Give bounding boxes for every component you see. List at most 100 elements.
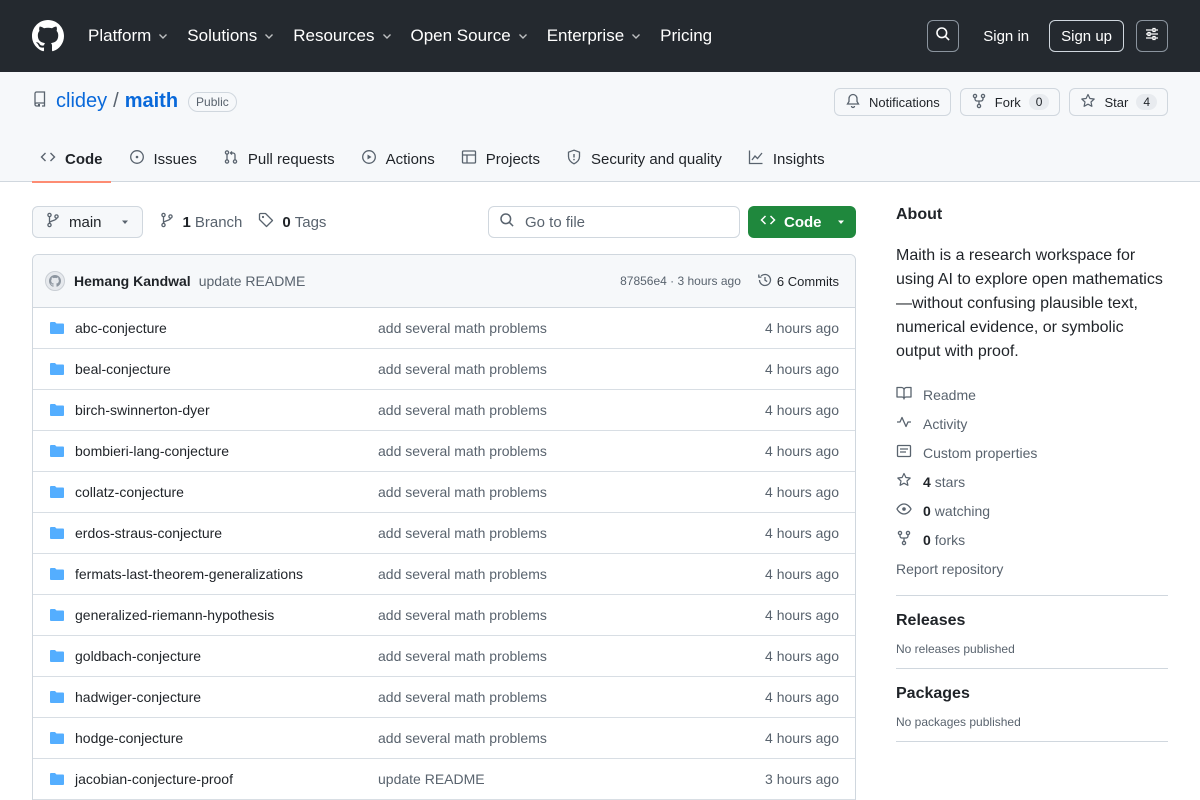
code-button[interactable]: Code (748, 206, 856, 238)
star-label: Star (1104, 94, 1129, 110)
branch-icon (45, 212, 61, 232)
tab-label: Actions (385, 150, 435, 168)
tags-link[interactable]: 0 Tags (258, 212, 326, 232)
watching-count: 0 (923, 502, 931, 519)
nav-open-source[interactable]: Open Source (411, 26, 537, 46)
file-row[interactable]: fermats-last-theorem-generalizations add… (33, 554, 855, 595)
file-commit-message[interactable]: add several math problems (378, 320, 765, 336)
history-icon (757, 272, 777, 291)
settings-menu-button[interactable] (1136, 20, 1168, 52)
file-commit-message[interactable]: add several math problems (378, 402, 765, 418)
file-name[interactable]: goldbach-conjecture (75, 648, 378, 664)
repo-owner-link[interactable]: clidey (56, 90, 107, 113)
file-name[interactable]: hodge-conjecture (75, 730, 378, 746)
forks-link[interactable]: 0 forks (896, 525, 1168, 554)
tab-issues[interactable]: Issues (121, 136, 205, 182)
nav-pricing[interactable]: Pricing (660, 26, 720, 46)
branches-link[interactable]: 1 Branch (159, 212, 242, 232)
file-row[interactable]: goldbach-conjecture add several math pro… (33, 636, 855, 677)
file-name[interactable]: beal-conjecture (75, 361, 378, 377)
chevron-down-icon (517, 30, 529, 42)
file-row[interactable]: abc-conjecture add several math problems… (33, 308, 855, 349)
commit-author[interactable]: Hemang Kandwal (74, 273, 191, 289)
releases-heading[interactable]: Releases (896, 612, 1168, 630)
file-name[interactable]: hadwiger-conjecture (75, 689, 378, 705)
top-nav: Platform Solutions Resources Open Source… (88, 26, 730, 46)
packages-heading[interactable]: Packages (896, 685, 1168, 703)
file-name[interactable]: fermats-last-theorem-generalizations (75, 566, 378, 582)
file-name[interactable]: birch-swinnerton-dyer (75, 402, 378, 418)
releases-section: Releases No releases published (896, 612, 1168, 656)
tab-actions[interactable]: Actions (353, 136, 443, 182)
star-button[interactable]: Star 4 (1069, 88, 1168, 116)
repo-path-separator: / (113, 90, 119, 112)
file-commit-age: 4 hours ago (765, 402, 839, 418)
github-logo-icon[interactable] (32, 20, 64, 52)
file-row[interactable]: bombieri-lang-conjecture add several mat… (33, 431, 855, 472)
file-row[interactable]: generalized-riemann-hypothesis add sever… (33, 595, 855, 636)
repo-name-link[interactable]: maith (125, 90, 178, 113)
file-row[interactable]: collatz-conjecture add several math prob… (33, 472, 855, 513)
tab-label: Issues (153, 150, 197, 168)
caret-down-icon (836, 214, 846, 231)
file-commit-message[interactable]: add several math problems (378, 730, 765, 746)
chevron-down-icon (630, 30, 642, 42)
search-icon (499, 212, 525, 232)
pull-request-icon (223, 149, 248, 169)
tab-projects[interactable]: Projects (453, 136, 548, 182)
branch-name: main (69, 213, 102, 231)
stars-link[interactable]: 4 stars (896, 467, 1168, 496)
tab-pull-requests[interactable]: Pull requests (215, 136, 343, 182)
fork-label: Fork (994, 94, 1021, 110)
file-row[interactable]: hodge-conjecture add several math proble… (33, 718, 855, 759)
file-name[interactable]: erdos-straus-conjecture (75, 525, 378, 541)
readme-link[interactable]: Readme (896, 380, 1168, 409)
file-commit-message[interactable]: add several math problems (378, 361, 765, 377)
watching-link[interactable]: 0 watching (896, 496, 1168, 525)
file-row[interactable]: beal-conjecture add several math problem… (33, 349, 855, 390)
fork-button[interactable]: Fork 0 (959, 88, 1061, 116)
commit-message[interactable]: update README (199, 273, 306, 289)
file-row[interactable]: birch-swinnerton-dyer add several math p… (33, 390, 855, 431)
file-commit-message[interactable]: add several math problems (378, 689, 765, 705)
activity-link[interactable]: Activity (896, 409, 1168, 438)
file-commit-message[interactable]: add several math problems (378, 648, 765, 664)
signup-button[interactable]: Sign up (1049, 20, 1124, 52)
tab-code[interactable]: Code (32, 136, 111, 183)
file-name[interactable]: jacobian-conjecture-proof (75, 771, 378, 787)
report-repository-link[interactable]: Report repository (896, 554, 1168, 583)
nav-solutions[interactable]: Solutions (187, 26, 283, 46)
custom-properties-link[interactable]: Custom properties (896, 438, 1168, 467)
nav-platform[interactable]: Platform (88, 26, 177, 46)
file-name[interactable]: collatz-conjecture (75, 484, 378, 500)
nav-resources[interactable]: Resources (293, 26, 400, 46)
commits-link[interactable]: 6 Commits (757, 272, 839, 291)
file-commit-message[interactable]: add several math problems (378, 443, 765, 459)
file-row[interactable]: jacobian-conjecture-proof update README … (33, 759, 855, 800)
branch-selector[interactable]: main (32, 206, 143, 238)
tab-insights[interactable]: Insights (740, 136, 833, 182)
search-icon (935, 26, 951, 47)
star-counter: 4 (1136, 94, 1157, 110)
notifications-button[interactable]: Notifications (833, 88, 951, 116)
file-commit-message[interactable]: update README (378, 771, 765, 787)
file-commit-message[interactable]: add several math problems (378, 566, 765, 582)
file-commit-message[interactable]: add several math problems (378, 484, 765, 500)
file-row[interactable]: hadwiger-conjecture add several math pro… (33, 677, 855, 718)
folder-icon (49, 402, 65, 418)
file-name[interactable]: generalized-riemann-hypothesis (75, 607, 378, 623)
file-name[interactable]: abc-conjecture (75, 320, 378, 336)
star-icon (896, 472, 923, 491)
commit-hash-age[interactable]: 87856e4 · 3 hours ago (620, 274, 741, 288)
tab-security[interactable]: Security and quality (558, 136, 730, 182)
avatar[interactable] (45, 271, 65, 291)
file-name[interactable]: bombieri-lang-conjecture (75, 443, 378, 459)
file-commit-message[interactable]: add several math problems (378, 607, 765, 623)
search-button[interactable] (927, 20, 960, 52)
file-row[interactable]: erdos-straus-conjecture add several math… (33, 513, 855, 554)
packages-empty-text: No packages published (896, 715, 1021, 729)
signin-link[interactable]: Sign in (983, 28, 1029, 45)
go-to-file-input[interactable]: Go to file (488, 206, 740, 238)
nav-enterprise[interactable]: Enterprise (547, 26, 650, 46)
file-commit-message[interactable]: add several math problems (378, 525, 765, 541)
